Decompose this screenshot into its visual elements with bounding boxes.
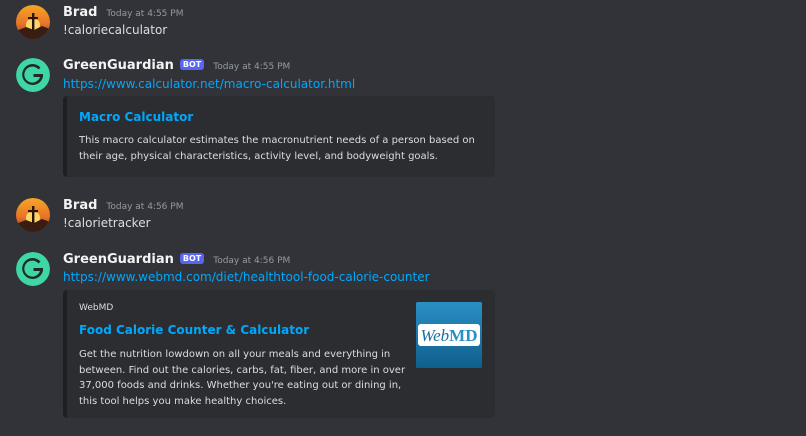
bot-badge: BOT [179,59,205,70]
timestamp: Today at 4:56 PM [106,202,184,212]
embed-description-line: 37,000 foods and drinks. Whether you're … [79,380,402,391]
chat-messages: Brad Today at 4:55 PM !caloriecalculator… [0,0,806,436]
timestamp: Today at 4:55 PM [106,9,184,19]
username[interactable]: GreenGuardian [63,252,174,267]
sunset-cross-avatar-icon[interactable] [16,5,50,39]
embed-thumbnail[interactable]: WebMD [416,302,482,368]
embed-description-line: Get the nutrition lowdown on all your me… [79,349,391,360]
embed-description-line: This macro calculator estimates the macr… [79,135,475,146]
embed-description-line: this tool helps you make healthy choices… [79,395,287,407]
embed-description-line: their age, physical characteristics, act… [79,150,438,162]
embed-description: This macro calculator estimates the macr… [79,133,475,164]
webmd-logo-text: WebMD [421,326,478,345]
timestamp: Today at 4:55 PM [213,62,291,72]
message-text: !caloriecalculator [63,23,168,37]
embed-title[interactable]: Macro Calculator [79,110,193,124]
message-header: GreenGuardian BOT Today at 4:56 PM [63,252,290,267]
link-embed: Macro Calculator This macro calculator e… [63,96,495,177]
message-link[interactable]: https://www.calculator.net/macro-calcula… [63,77,355,91]
message-header: GreenGuardian BOT Today at 4:55 PM [63,58,290,73]
message-text: !calorietracker [63,216,151,230]
embed-description-line: between. Find out the calories, carbs, f… [79,364,406,376]
username[interactable]: Brad [63,5,97,20]
timestamp: Today at 4:56 PM [213,256,291,266]
letter-g-avatar-icon[interactable] [16,58,50,92]
embed-description: Get the nutrition lowdown on all your me… [79,347,405,409]
letter-g-avatar-icon[interactable] [16,252,50,286]
sunset-cross-avatar-icon[interactable] [16,198,50,232]
username[interactable]: Brad [63,198,97,213]
embed-provider[interactable]: WebMD [79,303,113,313]
link-embed: WebMD Food Calorie Counter & Calculator … [63,290,495,418]
embed-title[interactable]: Food Calorie Counter & Calculator [79,323,309,337]
username[interactable]: GreenGuardian [63,58,174,73]
message-header: Brad Today at 4:56 PM [63,198,183,213]
message-link[interactable]: https://www.webmd.com/diet/healthtool-fo… [63,270,430,284]
bot-badge: BOT [179,253,205,264]
message-header: Brad Today at 4:55 PM [63,5,183,20]
